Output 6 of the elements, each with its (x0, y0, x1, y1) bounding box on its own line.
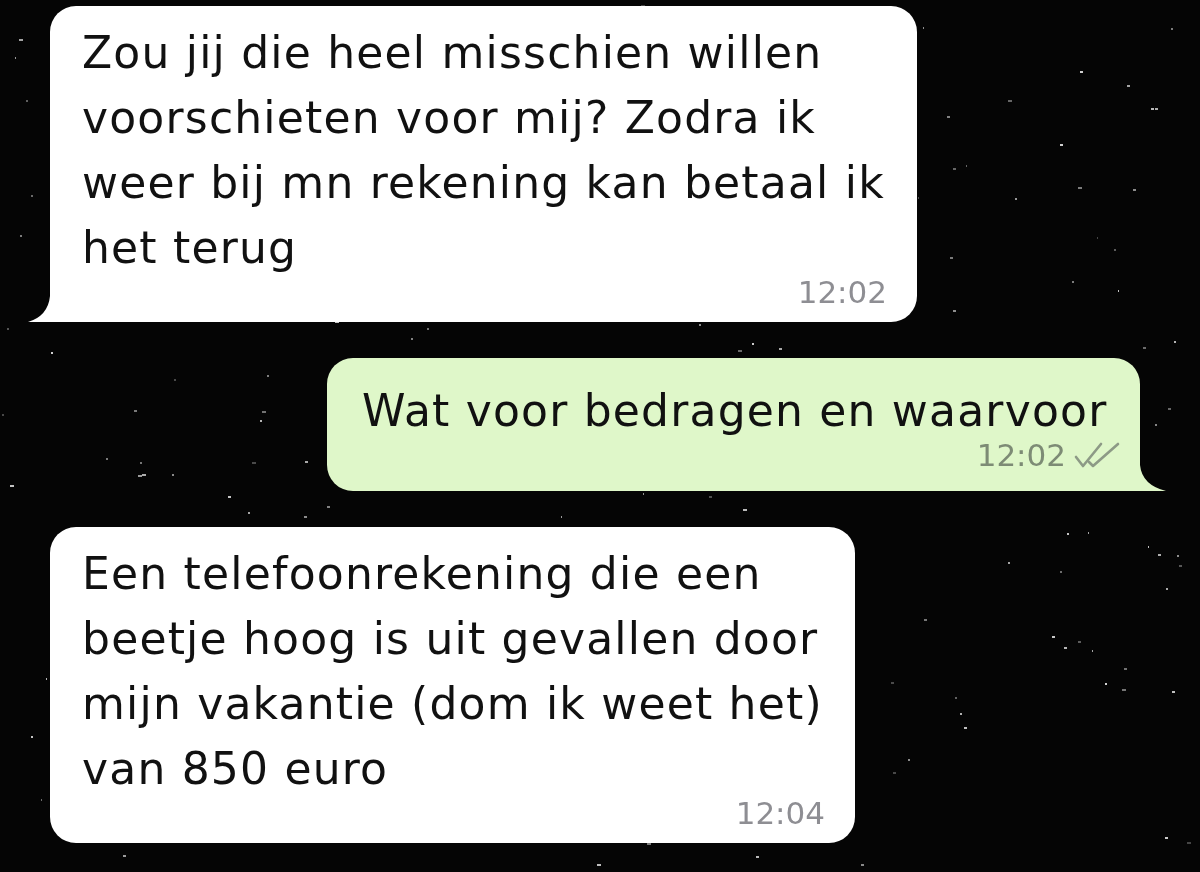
message-time: 12:02 (797, 274, 887, 310)
message-time: 12:04 (735, 795, 825, 831)
message-time: 12:02 (976, 437, 1066, 473)
message-text: Wat voor bedragen en waarvoor (362, 385, 1108, 436)
message-text: Een telefoonrekening die een beetje hoog is uit gevallen door mijn vakantie (dom ik weet het) van 850 euro (82, 548, 823, 794)
message-text: Zou jij die heel misschien willen voorschieten voor mij? Zodra ik weer bij mn rekening kan betaal ik het terug (82, 27, 885, 273)
